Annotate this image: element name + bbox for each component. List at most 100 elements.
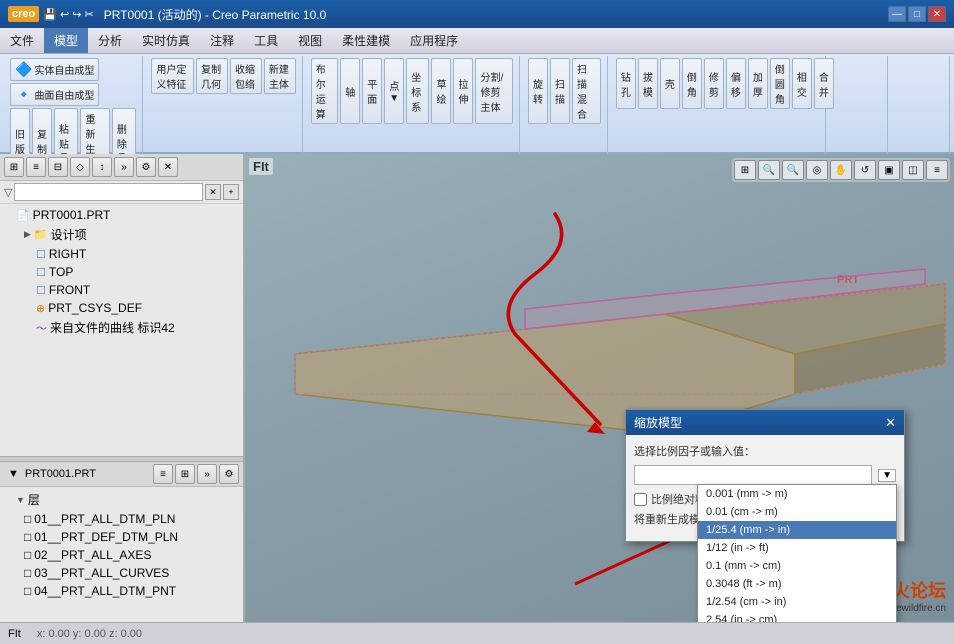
panel-btn-settings[interactable]: ⚙ [136, 157, 156, 177]
dialog-precision-checkbox[interactable] [634, 493, 647, 506]
bottom-layer3-icon: □ [24, 548, 31, 562]
bottom-tree-layer1[interactable]: □ 01__PRT_ALL_DTM_PLN [0, 510, 243, 528]
ribbon-btn-chamfer[interactable]: 倒角 [682, 58, 702, 109]
panel-btn-minus[interactable]: ⊟ [48, 157, 68, 177]
dialog-input-field-row: ▼ [634, 465, 896, 485]
menu-annotation[interactable]: 注释 [200, 28, 244, 53]
dialog-scale-input[interactable] [634, 465, 872, 485]
bottom-tree-layer5[interactable]: □ 04__PRT_ALL_DTM_PNT [0, 582, 243, 600]
tree-icon-top: ☐ [36, 266, 46, 279]
panel-btn-updown[interactable]: ↕ [92, 157, 112, 177]
ribbon-btn-newbody[interactable]: 新建主体 [264, 58, 296, 94]
dropdown-option-125[interactable]: 1/25.4 (mm -> in) [698, 521, 896, 539]
menu-apps[interactable]: 应用程序 [400, 28, 468, 53]
dropdown-option-03[interactable]: 0.3048 (ft -> m) [698, 575, 896, 593]
menu-file[interactable]: 文件 [0, 28, 44, 53]
dropdown-option-01[interactable]: 0.1 (mm -> cm) [698, 557, 896, 575]
ribbon-btn-extrude[interactable]: 拉伸 [453, 58, 473, 124]
left-panel: ⊞ ≡ ⊟ ◇ ↕ » ⚙ ✕ ▽ ✕ + 📄 PRT0001.PRT ▶ 📁 [0, 154, 245, 622]
tree-icon-curve: 〜 [36, 320, 47, 336]
bottom-btn-grid[interactable]: ⊞ [175, 464, 195, 484]
filter-add-button[interactable]: + [223, 184, 239, 200]
ribbon-btn-axis[interactable]: 轴 [340, 58, 360, 124]
ribbon-btn-draft[interactable]: 拔模 [638, 58, 658, 109]
quick-access-icons: 💾 ↩ ↪ ✂ [43, 8, 94, 21]
menu-analysis[interactable]: 分析 [88, 28, 132, 53]
minimize-button[interactable]: — [888, 6, 906, 22]
menu-simulation[interactable]: 实时仿真 [132, 28, 200, 53]
ribbon-btn-revolve[interactable]: 旋转 [528, 58, 548, 124]
ribbon-btn-boolean[interactable]: 布尔运算 [311, 58, 339, 124]
dropdown-option-112[interactable]: 1/12 (in -> ft) [698, 539, 896, 557]
tree-item-design[interactable]: ▶ 📁 设计项 [0, 224, 243, 245]
panel-btn-diamond[interactable]: ◇ [70, 157, 90, 177]
bottom-btn-settings[interactable]: ⚙ [219, 464, 239, 484]
tree-item-curve42[interactable]: 〜 来自文件的曲线 标识42 [0, 317, 243, 338]
panel-btn-grid[interactable]: ⊞ [4, 157, 24, 177]
tree-item-right[interactable]: ☐ RIGHT [0, 245, 243, 263]
tree-item-front[interactable]: ☐ FRONT [0, 281, 243, 299]
ribbon-btn-blend[interactable]: 扫描混合 [572, 58, 601, 124]
bottom-tree-layer4[interactable]: □ 03__PRT_ALL_CURVES [0, 564, 243, 582]
ribbon-btn-thicken[interactable]: 加厚 [748, 58, 768, 109]
ribbon-btn-surfacefree[interactable]: 🔹曲面自由成型 [10, 83, 99, 106]
dialog-title-bar[interactable]: 缩放模型 ✕ [626, 410, 904, 435]
ribbon-btn-copygeo[interactable]: 复制几何 [196, 58, 228, 94]
dropdown-option-1254[interactable]: 1/2.54 (cm -> in) [698, 593, 896, 611]
viewport[interactable]: ⊞ 🔍 🔍 ◎ ✋ ↺ ▣ ◫ ≡ FIt PRT [245, 154, 954, 622]
dropdown-option-001[interactable]: 0.01 (cm -> m) [698, 503, 896, 521]
bottom-btn-more[interactable]: » [197, 464, 217, 484]
maximize-button[interactable]: □ [908, 6, 926, 22]
ribbon-btn-shrink[interactable]: 收缩包络 [230, 58, 262, 94]
tree-label-curve: 来自文件的曲线 标识42 [50, 319, 175, 336]
ribbon-btn-split[interactable]: 分割/修剪主体 [475, 58, 513, 124]
dropdown-list: 0.001 (mm -> m) 0.01 (cm -> m) 1/25.4 (m… [697, 484, 897, 622]
filter-clear-button[interactable]: ✕ [205, 184, 221, 200]
bottom-panel-prt: PRT0001.PRT [25, 468, 96, 480]
panel-btn-more[interactable]: » [114, 157, 134, 177]
ribbon-btn-intersect[interactable]: 相交 [792, 58, 812, 109]
tree-item-top[interactable]: ☐ TOP [0, 263, 243, 281]
bottom-layer4-icon: □ [24, 566, 31, 580]
ribbon-btn-trim[interactable]: 修剪 [704, 58, 724, 109]
ribbon: 🔷实体自由成型 🔹曲面自由成型 旧版 复制 粘贴▼ 重新生成 删除▼ 操作 ▼ … [0, 54, 954, 154]
ribbon-btn-fillet[interactable]: 倒圆角 [770, 58, 790, 109]
menu-flex[interactable]: 柔性建模 [332, 28, 400, 53]
bottom-layer-label: 层 [28, 491, 40, 508]
ribbon-btn-offset[interactable]: 偏移 [726, 58, 746, 109]
ribbon-btn-csys[interactable]: 坐标系 [406, 58, 429, 124]
bottom-layer1-icon: □ [24, 512, 31, 526]
ribbon-btn-userdef[interactable]: 用户定义特征 [151, 58, 194, 94]
ribbon-btn-sketch[interactable]: 草绘 [431, 58, 451, 124]
dialog-close-button[interactable]: ✕ [885, 415, 896, 431]
menu-tools[interactable]: 工具 [244, 28, 288, 53]
close-button[interactable]: ✕ [928, 6, 946, 22]
ribbon-btn-solidfree[interactable]: 🔷实体自由成型 [10, 58, 99, 81]
panel-btn-close[interactable]: ✕ [158, 157, 178, 177]
tree-item-csys[interactable]: ⊕ PRT_CSYS_DEF [0, 299, 243, 317]
ribbon-btn-scan[interactable]: 扫描 [550, 58, 570, 124]
bottom-tree-layer3[interactable]: □ 02__PRT_ALL_AXES [0, 546, 243, 564]
ribbon-btn-shell[interactable]: 壳 [660, 58, 680, 109]
filter-row: ▽ ✕ + [0, 181, 243, 204]
bottom-btn-list[interactable]: ≡ [153, 464, 173, 484]
bottom-tree-layer2[interactable]: □ 01__PRT_DEF_DTM_PLN [0, 528, 243, 546]
bottom-tree-layer-group[interactable]: ▼ 层 [0, 489, 243, 510]
ribbon-btn-plane[interactable]: 平面 [362, 58, 382, 124]
filter-input[interactable] [14, 183, 203, 201]
ribbon-btn-point[interactable]: 点▼ [384, 58, 404, 124]
window-controls[interactable]: — □ ✕ [888, 6, 946, 22]
tree-item-prt[interactable]: 📄 PRT0001.PRT [0, 206, 243, 224]
bottom-tree: ▼ 层 □ 01__PRT_ALL_DTM_PLN □ 01__PRT_DEF_… [0, 487, 243, 622]
tree-label-prt: PRT0001.PRT [33, 208, 111, 222]
menu-model[interactable]: 模型 [44, 28, 88, 53]
dropdown-option-254[interactable]: 2.54 (in -> cm) [698, 611, 896, 622]
dropdown-option-0001[interactable]: 0.001 (mm -> m) [698, 485, 896, 503]
tree-icon-prt: 📄 [16, 209, 30, 222]
bottom-layer5-label: 04__PRT_ALL_DTM_PNT [34, 584, 176, 598]
dialog-dropdown-arrow[interactable]: ▼ [878, 469, 896, 482]
menu-view[interactable]: 视图 [288, 28, 332, 53]
panel-btn-list[interactable]: ≡ [26, 157, 46, 177]
ribbon-btn-drill[interactable]: 钻孔 [616, 58, 636, 109]
bottom-panel: ▼ PRT0001.PRT ≡ ⊞ » ⚙ ▼ 层 □ 01__PRT_ALL_… [0, 462, 243, 622]
